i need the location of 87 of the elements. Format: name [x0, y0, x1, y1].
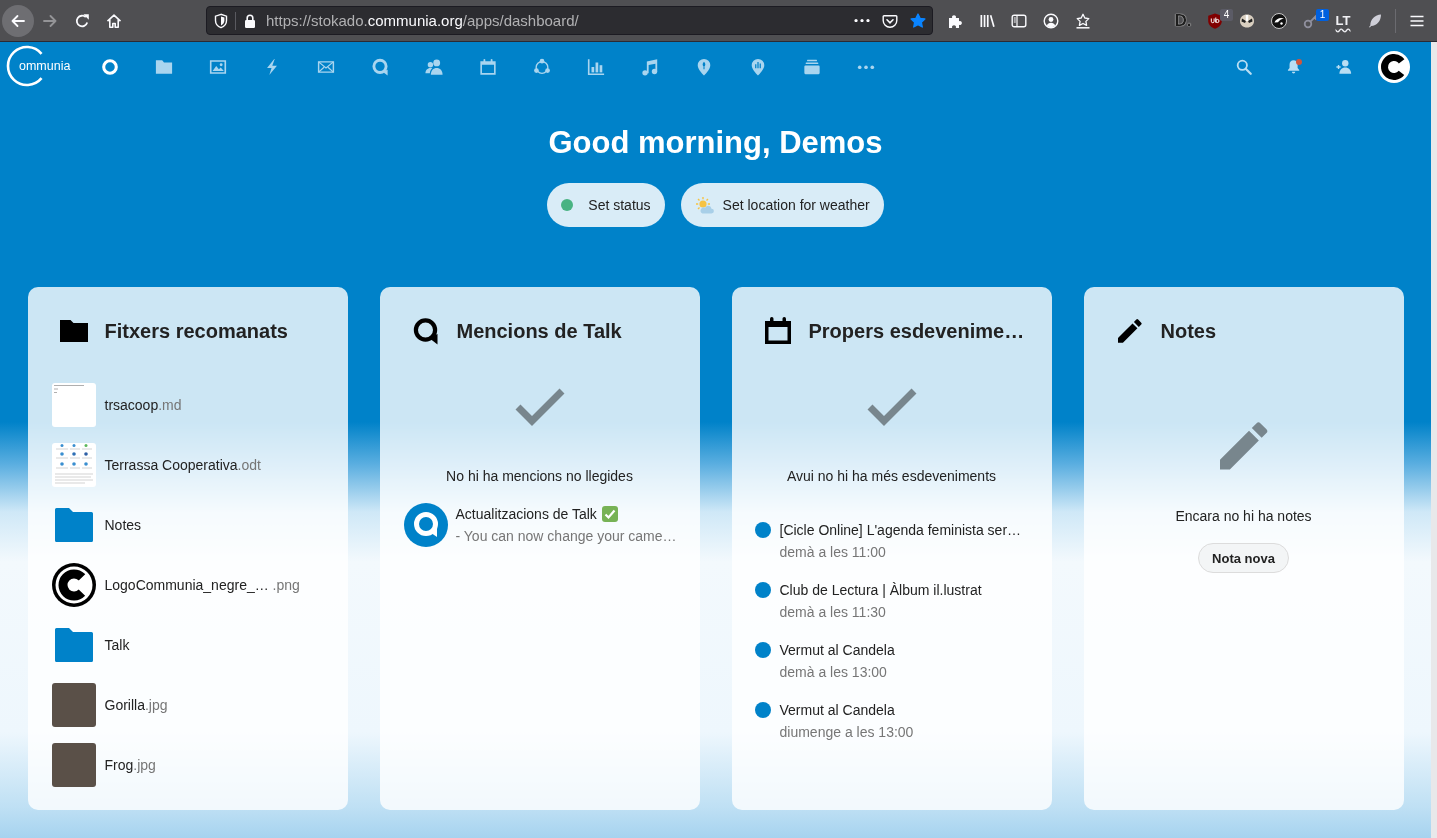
- more-icon[interactable]: [854, 18, 870, 23]
- new-note-button[interactable]: Nota nova: [1198, 543, 1289, 573]
- scrollbar[interactable]: [1431, 42, 1437, 838]
- folder-icon: [59, 319, 88, 343]
- event-title[interactable]: Vermut al Candela: [779, 640, 895, 660]
- reload-icon[interactable]: [74, 12, 90, 29]
- event-time: demà a les 11:00: [779, 543, 887, 562]
- person-icon[interactable]: [1336, 59, 1352, 75]
- pencil-icon: [1117, 319, 1142, 343]
- music-note-icon[interactable]: [641, 58, 659, 76]
- logo-thumbnail[interactable]: [51, 563, 96, 607]
- event-title[interactable]: Club de Lectura | Àlbum il.lustrat: [779, 580, 982, 600]
- chat-bubble-icon[interactable]: [371, 58, 389, 76]
- shield-icon[interactable]: [213, 12, 229, 29]
- message-preview: - You can now change your came…: [455, 527, 677, 546]
- account-icon[interactable]: [1043, 12, 1059, 29]
- round-emblem-icon[interactable]: [1271, 12, 1287, 29]
- chat-bubble-icon: [412, 317, 439, 345]
- arrow-left-icon[interactable]: [10, 12, 26, 29]
- calendar-icon[interactable]: [479, 58, 497, 76]
- folder-icon[interactable]: [54, 508, 93, 542]
- event-time: demà a les 13:00: [779, 663, 888, 682]
- url-field[interactable]: https://stokado.communia.org/apps/dashboard/: [206, 6, 933, 35]
- home-icon[interactable]: [106, 12, 122, 29]
- image-icon[interactable]: [209, 58, 227, 76]
- bar-chart-icon[interactable]: [587, 58, 605, 76]
- puzzle-piece-icon[interactable]: [947, 12, 963, 29]
- file-name[interactable]: Notes: [104, 515, 142, 535]
- shield-icon[interactable]: [1207, 12, 1223, 29]
- search-icon[interactable]: [1236, 59, 1252, 75]
- photo-placeholder[interactable]: [51, 683, 96, 727]
- file-name[interactable]: Frog.jpg: [104, 755, 156, 775]
- ring-icon[interactable]: [101, 58, 119, 76]
- event-time: demà a les 11:30: [779, 603, 887, 622]
- checkmark-icon: [514, 388, 565, 426]
- widget-title[interactable]: Notes: [1160, 317, 1217, 345]
- lock-icon[interactable]: [242, 12, 258, 29]
- count-badge: 1: [1316, 8, 1329, 21]
- count-badge: 4: [1220, 8, 1233, 21]
- envelope-icon[interactable]: [317, 58, 335, 76]
- extension-button[interactable]: LT: [1335, 12, 1351, 29]
- chat-avatar-icon[interactable]: [403, 503, 448, 547]
- document-thumbnail[interactable]: [51, 443, 96, 487]
- set-location-button[interactable]: Set location for weather: [680, 183, 884, 227]
- photo-placeholder[interactable]: [51, 743, 96, 787]
- file-name[interactable]: LogoCommunia_negre_… .png: [104, 575, 300, 595]
- back-button[interactable]: [2, 4, 34, 37]
- people-icon[interactable]: [425, 58, 443, 76]
- circle-nodes-icon[interactable]: [533, 58, 551, 76]
- empty-message: No hi ha mencions no llegides: [446, 467, 633, 486]
- calendar-icon: [763, 317, 792, 345]
- checkmark-icon: [866, 388, 917, 426]
- document-thumbnail[interactable]: [51, 383, 96, 427]
- folder-icon[interactable]: [54, 628, 93, 662]
- sidebar-icon[interactable]: [1011, 12, 1027, 29]
- pencil-icon: [1219, 422, 1268, 470]
- empty-message: Encara no hi ha notes: [1175, 507, 1312, 526]
- url-text[interactable]: https://stokado.communia.org/apps/dashboard/: [266, 12, 842, 29]
- star-icon[interactable]: [910, 12, 926, 29]
- file-name[interactable]: Talk: [104, 635, 130, 655]
- star-tray-icon[interactable]: [1075, 12, 1091, 29]
- file-name[interactable]: Terrassa Cooperativa.odt: [104, 455, 261, 475]
- empty-message: Avui no hi ha més esdeveniments: [786, 467, 997, 486]
- file-name[interactable]: Gorilla.jpg: [104, 695, 168, 715]
- widget-title[interactable]: Mencions de Talk: [456, 317, 622, 345]
- check-emoji-icon: [601, 506, 618, 522]
- badger-icon[interactable]: [1239, 12, 1255, 29]
- stack-icon[interactable]: [803, 58, 821, 76]
- sun-cloud-icon: [694, 196, 714, 214]
- event-title[interactable]: Vermut al Candela: [779, 700, 914, 720]
- conversation-title[interactable]: Actualitzacions de Talk: [455, 504, 597, 524]
- logo-text[interactable]: ommunia: [19, 59, 71, 74]
- library-icon[interactable]: [979, 12, 995, 29]
- pocket-icon[interactable]: [882, 12, 898, 29]
- logo-avatar[interactable]: [1378, 51, 1410, 83]
- bell-icon[interactable]: [1286, 59, 1302, 75]
- pin-bars-icon[interactable]: [749, 58, 767, 76]
- file-name[interactable]: trsacoop.md: [104, 395, 182, 415]
- widget-title[interactable]: Fitxers recomanats: [104, 317, 288, 345]
- folder-icon[interactable]: [155, 58, 173, 76]
- widget-title[interactable]: Propers esdevenime…: [808, 317, 1025, 345]
- set-status-button[interactable]: Set status: [547, 183, 665, 227]
- event-title[interactable]: [Cicle Online] L'agenda feminista ser…: [779, 520, 1022, 540]
- feather-icon[interactable]: [1367, 12, 1383, 29]
- map-pin-icon[interactable]: [695, 58, 713, 76]
- greeting-heading: Good morning, Demos: [548, 125, 883, 161]
- event-time: diumenge a les 13:00: [779, 723, 914, 742]
